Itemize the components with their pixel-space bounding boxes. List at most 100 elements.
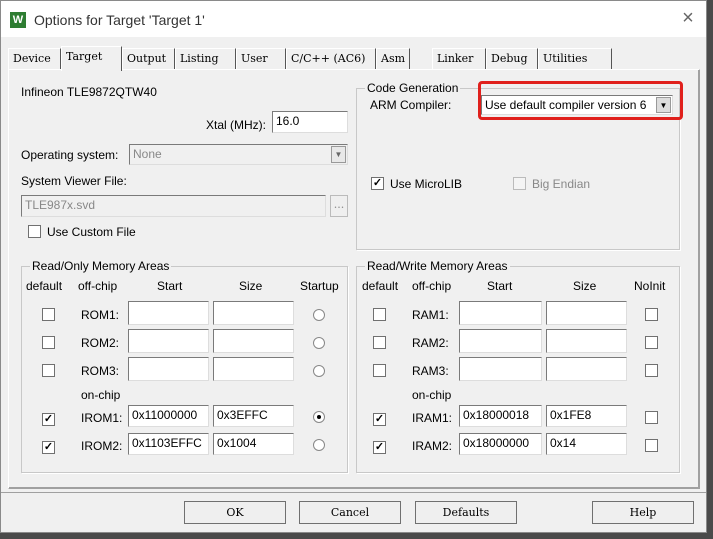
tab-cpp[interactable]: C/C++ (AC6) — [286, 48, 376, 70]
microlib-label: Use MicroLIB — [390, 177, 463, 191]
target-panel: Infineon TLE9872QTW40 Xtal (MHz): 16.0 O… — [8, 69, 700, 489]
microlib-checkbox[interactable]: ✓ — [371, 177, 384, 190]
rom1-start-input[interactable] — [128, 301, 209, 325]
ram2-size-input[interactable] — [546, 329, 627, 353]
ram3-noinit-checkbox[interactable] — [645, 364, 658, 377]
help-button[interactable]: Help — [592, 501, 694, 524]
ram3-size-input[interactable] — [546, 357, 627, 381]
tab-output[interactable]: Output — [122, 48, 175, 70]
ram3-label: RAM3: — [412, 364, 449, 378]
irom2-start-input[interactable]: 0x1103EFFC — [128, 433, 209, 455]
iram2-label: IRAM2: — [412, 439, 453, 453]
ro-memory-title: Read/Only Memory Areas — [30, 259, 172, 273]
footer-divider — [1, 492, 706, 493]
custom-file-checkbox[interactable] — [28, 225, 41, 238]
options-dialog: W Options for Target 'Target 1' × Device… — [0, 0, 707, 533]
iram2-size-input[interactable]: 0x14 — [546, 433, 627, 455]
rw-col-noinit: NoInit — [634, 279, 666, 293]
ro-col-offchip: off-chip — [78, 279, 118, 293]
rom3-start-input[interactable] — [128, 357, 209, 381]
app-icon: W — [10, 12, 26, 28]
rom3-startup-radio[interactable] — [313, 365, 325, 377]
irom1-startup-radio[interactable] — [313, 411, 325, 423]
rom3-default-checkbox[interactable] — [42, 364, 55, 377]
custom-file-label: Use Custom File — [47, 225, 136, 239]
rom2-start-input[interactable] — [128, 329, 209, 353]
tab-debug[interactable]: Debug — [486, 48, 538, 70]
os-value: None — [133, 147, 162, 161]
ram1-size-input[interactable] — [546, 301, 627, 325]
irom1-label: IROM1: — [81, 411, 123, 425]
irom2-startup-radio[interactable] — [313, 439, 325, 451]
xtal-input[interactable]: 16.0 — [272, 111, 348, 133]
ram1-start-input[interactable] — [459, 301, 542, 325]
iram1-default-checkbox[interactable]: ✓ — [373, 413, 386, 426]
ro-col-startup: Startup — [300, 279, 339, 293]
tab-user[interactable]: User — [236, 48, 286, 70]
ram1-label: RAM1: — [412, 308, 449, 322]
os-select: None ▼ — [129, 144, 348, 165]
iram2-default-checkbox[interactable]: ✓ — [373, 441, 386, 454]
ram3-default-checkbox[interactable] — [373, 364, 386, 377]
rom1-size-input[interactable] — [213, 301, 294, 325]
tab-linker[interactable]: Linker — [432, 48, 486, 70]
iram2-start-input[interactable]: 0x18000000 — [459, 433, 542, 455]
ram2-label: RAM2: — [412, 336, 449, 350]
ro-col-start: Start — [157, 279, 183, 293]
iram2-noinit-checkbox[interactable] — [645, 439, 658, 452]
code-generation-title: Code Generation — [365, 81, 461, 95]
bigendian-label: Big Endian — [532, 177, 591, 191]
svd-input: TLE987x.svd — [21, 195, 326, 217]
bigendian-checkbox — [513, 177, 526, 190]
irom1-start-input[interactable]: 0x11000000 — [128, 405, 209, 427]
rom1-label: ROM1: — [81, 308, 120, 322]
rw-onchip-label: on-chip — [412, 388, 452, 402]
irom2-default-checkbox[interactable]: ✓ — [42, 441, 55, 454]
svd-label: System Viewer File: — [21, 174, 127, 188]
ram2-noinit-checkbox[interactable] — [645, 336, 658, 349]
ro-onchip-label: on-chip — [81, 388, 121, 402]
irom2-size-input[interactable]: 0x1004 — [213, 433, 294, 455]
rw-col-size: Size — [573, 279, 597, 293]
os-label: Operating system: — [21, 148, 119, 162]
iram1-start-input[interactable]: 0x18000018 — [459, 405, 542, 427]
tab-asm[interactable]: Asm — [376, 48, 410, 70]
iram1-noinit-checkbox[interactable] — [645, 411, 658, 424]
rom3-label: ROM3: — [81, 364, 120, 378]
irom2-label: IROM2: — [81, 439, 123, 453]
rom3-size-input[interactable] — [213, 357, 294, 381]
ram2-default-checkbox[interactable] — [373, 336, 386, 349]
rw-col-offchip: off-chip — [412, 279, 452, 293]
rom1-default-checkbox[interactable] — [42, 308, 55, 321]
rom1-startup-radio[interactable] — [313, 309, 325, 321]
ro-col-size: Size — [239, 279, 263, 293]
compiler-highlight — [478, 81, 683, 120]
tab-listing[interactable]: Listing — [175, 48, 236, 70]
tab-target[interactable]: Target — [61, 46, 122, 71]
rw-col-start: Start — [487, 279, 513, 293]
irom1-size-input[interactable]: 0x3EFFC — [213, 405, 294, 427]
ram3-start-input[interactable] — [459, 357, 542, 381]
window-title: Options for Target 'Target 1' — [34, 12, 205, 28]
device-name: Infineon TLE9872QTW40 — [21, 85, 157, 99]
rom2-default-checkbox[interactable] — [42, 336, 55, 349]
cancel-button[interactable]: Cancel — [299, 501, 401, 524]
rom2-size-input[interactable] — [213, 329, 294, 353]
irom1-default-checkbox[interactable]: ✓ — [42, 413, 55, 426]
ok-button[interactable]: OK — [184, 501, 286, 524]
title-bar: W Options for Target 'Target 1' × — [1, 1, 706, 37]
ram2-start-input[interactable] — [459, 329, 542, 353]
ram1-noinit-checkbox[interactable] — [645, 308, 658, 321]
close-icon[interactable]: × — [675, 5, 701, 31]
svd-browse-button: ... — [330, 195, 348, 217]
iram1-size-input[interactable]: 0x1FE8 — [546, 405, 627, 427]
ram1-default-checkbox[interactable] — [373, 308, 386, 321]
tab-utilities[interactable]: Utilities — [538, 48, 612, 70]
ro-col-default: default — [26, 279, 63, 293]
arm-compiler-label: ARM Compiler: — [370, 98, 452, 112]
iram1-label: IRAM1: — [412, 411, 453, 425]
xtal-label: Xtal (MHz): — [206, 118, 266, 132]
tab-device[interactable]: Device — [8, 48, 61, 70]
rom2-startup-radio[interactable] — [313, 337, 325, 349]
defaults-button[interactable]: Defaults — [415, 501, 517, 524]
